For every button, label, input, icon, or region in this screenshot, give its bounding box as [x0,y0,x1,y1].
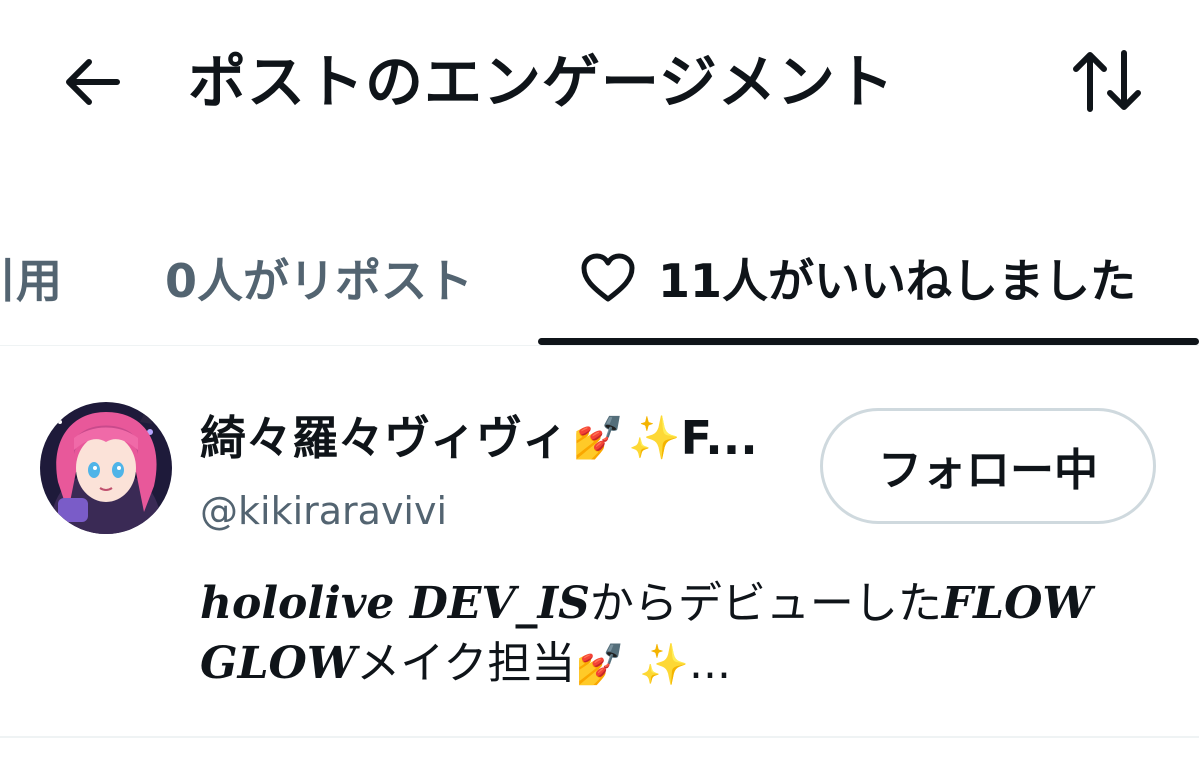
sparkles-emoji: ✨ [639,642,690,688]
user-handle[interactable]: @kikiraravivi [200,486,447,536]
sort-button[interactable] [1062,46,1152,116]
tab-quotes[interactable]: 引用 [0,233,62,323]
bio-text: からデビューした [589,578,942,629]
bio-text: メイク担当 [356,638,576,689]
display-name-truncated: F... [680,411,758,465]
display-name-text: 綺々羅々ヴィヴィ [200,411,568,465]
back-button[interactable] [58,52,128,112]
active-tab-indicator [538,338,1199,345]
user-bio: hololive DEV_ISからデビューしたFLOW GLOWメイク担当💅 ✨… [200,574,1120,695]
tab-label: 11人がいいねしました [658,254,1137,308]
heart-icon [580,253,636,303]
arrow-left-icon [66,59,120,105]
user-list-item[interactable]: 綺々羅々ヴィヴィ 💅 ✨ F... @kikiraravivi フォロー中 ho… [0,346,1199,738]
nail-polish-emoji: 💅 [575,642,626,688]
tab-reposts[interactable]: 0人がリポスト [165,233,473,323]
tab-label: 引用 [0,254,62,308]
tab-likes[interactable]: 11人がいいねしました [580,233,1136,323]
user-display-name[interactable]: 綺々羅々ヴィヴィ 💅 ✨ F... [200,408,758,468]
page-title: ポストのエンゲージメント [188,48,895,116]
bio-ellipsis: ... [689,638,731,689]
following-button[interactable]: フォロー中 [820,408,1156,524]
avatar[interactable] [40,402,172,534]
engagement-tabs: 引用 0人がリポスト 11人がいいねしました [0,215,1199,346]
header: ポストのエンゲージメント [0,0,1199,170]
tab-label: 0人がリポスト [165,254,474,308]
nail-polish-emoji: 💅 [572,413,625,462]
sort-arrows-icon [1073,50,1141,112]
bio-styled-text: hololive DEV_IS [200,578,590,629]
sparkles-emoji: ✨ [628,413,681,462]
